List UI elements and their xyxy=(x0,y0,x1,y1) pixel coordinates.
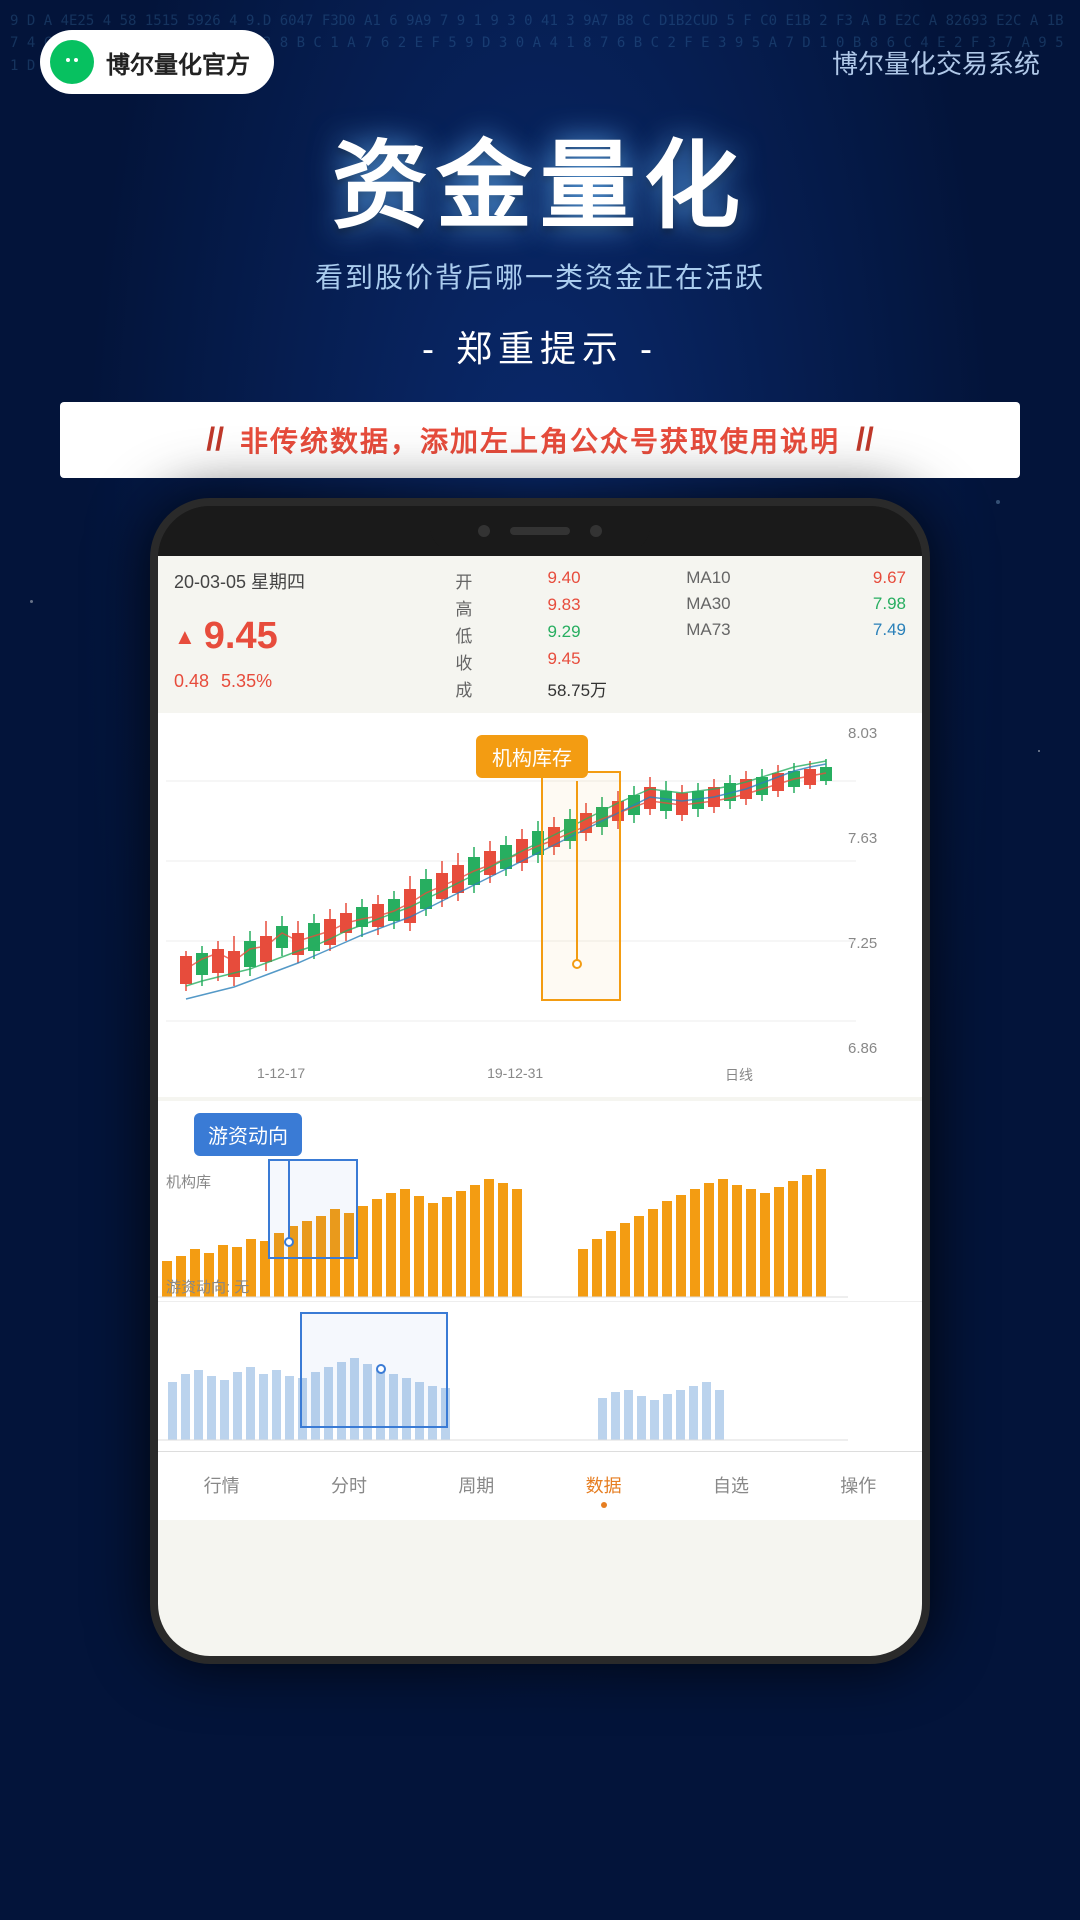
stock-price: 9.45 xyxy=(204,615,278,658)
hero-section: 资金量化 看到股价背后哪一类资金正在活跃 - 郑重提示 - xyxy=(0,114,1080,382)
phone-container: 20-03-05 星期四 ▲ 9.45 0.48 5.35% 开 9.40 高 … xyxy=(0,498,1080,1664)
annotation-inventory: 机构库存 xyxy=(476,735,588,778)
notice-banner: // 非传统数据，添加左上角公众号获取使用说明 // xyxy=(60,402,1020,478)
phone-notch xyxy=(430,511,650,551)
open-label: 开 xyxy=(455,568,537,593)
nav-item-period[interactable]: 周期 xyxy=(442,1468,510,1512)
notice-title: - 郑重提示 - xyxy=(0,320,1080,372)
low-label: 低 xyxy=(455,622,537,647)
annotation-inventory-dot xyxy=(572,959,582,969)
stock-change: 0.48 xyxy=(174,671,209,701)
open-val: 9.40 xyxy=(547,568,672,593)
slash-left: // xyxy=(206,421,224,458)
nav-item-time[interactable]: 分时 xyxy=(315,1468,383,1512)
nav-label-period: 周期 xyxy=(458,1472,494,1498)
candlestick-chart: 8.03 7.63 7.25 6.86 机构库存 xyxy=(166,721,914,1061)
stock-price-row: ▲ 9.45 xyxy=(174,607,435,667)
small-chart-svg xyxy=(158,1302,848,1452)
ma73-val: 7.49 xyxy=(873,620,906,640)
close-label: 收 xyxy=(455,649,537,674)
bottom-nav: 行情 分时 周期 数据 自选 操作 xyxy=(158,1451,922,1520)
ma30-label: MA30 xyxy=(686,594,730,614)
nav-active-dot xyxy=(601,1502,607,1508)
stock-change-pct: 5.35% xyxy=(221,671,272,701)
flow-status: 游资动向: 无 xyxy=(166,1276,249,1297)
stock-header: 20-03-05 星期四 ▲ 9.45 0.48 5.35% 开 9.40 高 … xyxy=(158,556,922,709)
hero-title: 资金量化 xyxy=(0,134,1080,240)
small-chart-area xyxy=(158,1301,922,1451)
high-val: 9.83 xyxy=(547,595,672,620)
ma73-label: MA73 xyxy=(686,620,730,640)
notch-camera xyxy=(478,525,490,537)
nav-item-market[interactable]: 行情 xyxy=(188,1468,256,1512)
slash-right: // xyxy=(856,421,874,458)
phone-frame: 20-03-05 星期四 ▲ 9.45 0.48 5.35% 开 9.40 高 … xyxy=(150,498,930,1664)
nav-label-time: 分时 xyxy=(331,1472,367,1498)
notch-sensor xyxy=(590,525,602,537)
annotation-flow-dot xyxy=(284,1237,294,1247)
ma30-row: MA30 7.98 xyxy=(686,594,906,614)
nav-label-watchlist: 自选 xyxy=(713,1472,749,1498)
small-chart-bracket xyxy=(300,1312,448,1428)
hero-subtitle: 看到股价背后哪一类资金正在活跃 xyxy=(0,256,1080,296)
wechat-label: 博尔量化官方 xyxy=(106,45,250,80)
volume-area: 游资动向 机构库 xyxy=(158,1101,922,1301)
price-label-4: 6.86 xyxy=(848,1040,910,1057)
ma10-val: 9.67 xyxy=(873,568,906,588)
wechat-badge[interactable]: 博尔量化官方 xyxy=(40,30,274,94)
nav-item-data[interactable]: 数据 xyxy=(570,1468,638,1512)
date-label-3: 日线 xyxy=(725,1065,753,1085)
wechat-icon xyxy=(50,40,94,84)
close-val: 9.45 xyxy=(547,649,672,674)
candlestick-area: 8.03 7.63 7.25 6.86 机构库存 xyxy=(158,713,922,1097)
system-title: 博尔量化交易系统 xyxy=(832,44,1040,81)
flow-bracket xyxy=(268,1159,358,1259)
phone-notch-bar xyxy=(158,506,922,556)
ma10-row: MA10 9.67 xyxy=(686,568,906,588)
small-chart-dot xyxy=(376,1364,386,1374)
nav-label-operation: 操作 xyxy=(840,1472,876,1498)
ma73-row: MA73 7.49 xyxy=(686,620,906,640)
high-label: 高 xyxy=(455,595,537,620)
stock-change-row: 0.48 5.35% xyxy=(174,671,435,701)
nav-label-data: 数据 xyxy=(586,1472,622,1498)
volume-label: 成 xyxy=(455,676,537,701)
ma10-label: MA10 xyxy=(686,568,730,588)
price-label-3: 7.25 xyxy=(848,935,910,952)
date-label-2: 19-12-31 xyxy=(487,1065,543,1085)
stock-ma: MA10 9.67 MA30 7.98 MA73 7.49 xyxy=(676,568,906,701)
nav-item-watchlist[interactable]: 自选 xyxy=(697,1468,765,1512)
nav-label-market: 行情 xyxy=(204,1472,240,1498)
low-val: 9.29 xyxy=(547,622,672,647)
nav-item-operation[interactable]: 操作 xyxy=(824,1468,892,1512)
price-label-1: 8.03 xyxy=(848,725,910,742)
phone-screen: 20-03-05 星期四 ▲ 9.45 0.48 5.35% 开 9.40 高 … xyxy=(158,556,922,1656)
stock-date: 20-03-05 星期四 xyxy=(174,568,435,603)
volume-val: 58.75万 xyxy=(547,676,672,701)
stock-ohlc: 开 9.40 高 9.83 低 9.29 收 9.45 成 58.75万 xyxy=(439,568,672,701)
date-label-1: 1-12-17 xyxy=(257,1065,305,1085)
notice-text: 非传统数据，添加左上角公众号获取使用说明 xyxy=(240,420,840,460)
chart-date-labels: 1-12-17 19-12-31 日线 xyxy=(166,1061,914,1089)
price-up-arrow: ▲ xyxy=(174,624,196,650)
notch-speaker xyxy=(510,527,570,535)
ma30-val: 7.98 xyxy=(873,594,906,614)
header: 博尔量化官方 博尔量化交易系统 xyxy=(0,0,1080,114)
price-label-2: 7.63 xyxy=(848,830,910,847)
annotation-flow: 游资动向 xyxy=(194,1113,302,1156)
